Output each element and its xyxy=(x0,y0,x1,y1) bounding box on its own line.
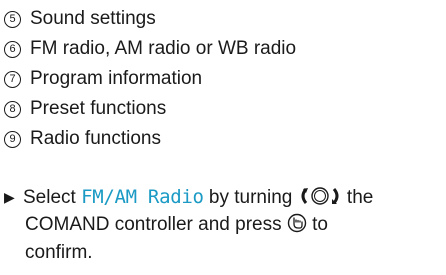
legend-list: 5 Sound settings 6 FM radio, AM radio or… xyxy=(4,4,444,154)
instruction-line-3: confirm. xyxy=(4,239,444,267)
instruction-text: to xyxy=(312,214,329,235)
circled-number: 7 xyxy=(4,70,21,88)
legend-text: Preset functions xyxy=(30,98,167,119)
legend-text: Sound settings xyxy=(30,8,156,29)
instruction-text: confirm. xyxy=(25,242,93,263)
circled-number: 5 xyxy=(4,10,21,28)
legend-item: 8 Preset functions xyxy=(4,94,444,124)
instruction-text: by turning xyxy=(208,187,293,208)
instruction-line-2: COMAND controller and press to xyxy=(4,211,444,239)
instruction-text: Select xyxy=(23,187,76,208)
legend-text: Radio functions xyxy=(30,128,161,149)
legend-text: FM radio, AM radio or WB radio xyxy=(30,38,297,59)
circled-number: 8 xyxy=(4,100,21,118)
menu-term: FM/AM Radio xyxy=(81,186,204,208)
legend-text: Program information xyxy=(30,68,203,89)
legend-item: 6 FM radio, AM radio or WB radio xyxy=(4,34,444,64)
triangle-bullet-icon: ▶ xyxy=(4,189,15,205)
legend-item: 5 Sound settings xyxy=(4,4,444,34)
legend-item: 9 Radio functions xyxy=(4,124,444,154)
controller-press-icon xyxy=(287,213,307,242)
legend-item: 7 Program information xyxy=(4,64,444,94)
instruction-line-1: ▶ Select FM/AM Radio by turning the xyxy=(4,183,444,211)
circled-number: 9 xyxy=(4,130,21,148)
instruction-step: ▶ Select FM/AM Radio by turning the COMAN… xyxy=(4,183,444,267)
instruction-text: the xyxy=(346,187,374,208)
circled-number: 6 xyxy=(4,40,21,58)
instruction-text: COMAND controller and press xyxy=(25,214,282,235)
